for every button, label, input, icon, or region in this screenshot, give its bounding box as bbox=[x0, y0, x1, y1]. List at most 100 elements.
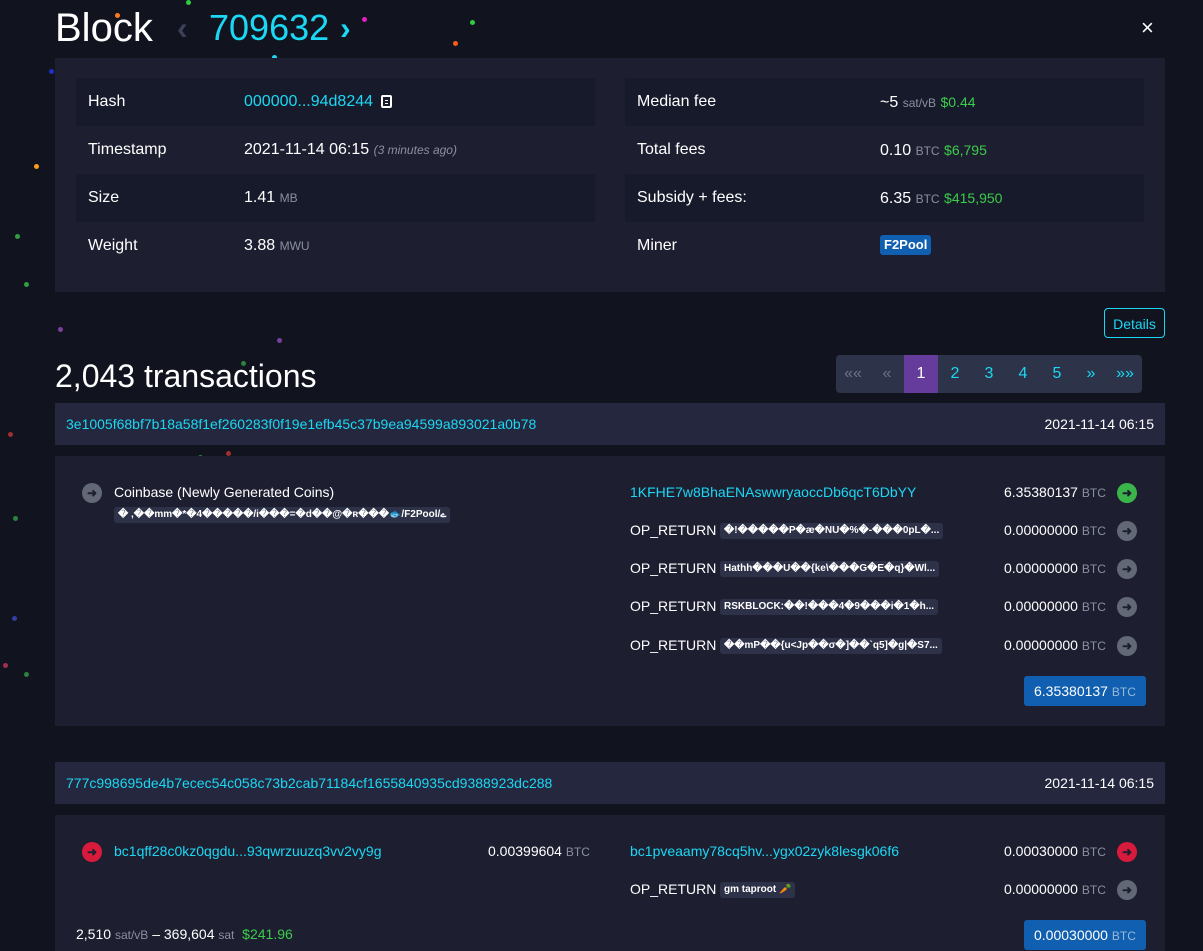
hash-label: Hash bbox=[88, 93, 126, 110]
size-unit: MB bbox=[279, 191, 298, 205]
op-return-data: �!�����P�æ�NU�%�-���0pL�... bbox=[720, 523, 944, 539]
page-last[interactable]: »» bbox=[1108, 355, 1142, 393]
output-amount: 0.00000000 bbox=[1004, 522, 1078, 538]
total-fees-unit: BTC bbox=[915, 144, 940, 158]
arrow-right-icon[interactable]: ➜ bbox=[1117, 636, 1137, 656]
output-address[interactable]: bc1pveaamy78cq5hv...ygx02zyk8lesgk06f6 bbox=[630, 841, 899, 861]
page-4[interactable]: 4 bbox=[1006, 355, 1040, 393]
block-height: 709632 bbox=[209, 7, 330, 48]
txid-link[interactable]: 3e1005f68bf7b18a58f1ef260283f0f19e1efb45… bbox=[66, 403, 536, 445]
total-amount: 6.35380137 bbox=[1034, 683, 1108, 699]
total-fees-row: Total fees 0.10 BTC $6,795 bbox=[625, 126, 1144, 174]
hash-link[interactable]: 000000...94d8244 bbox=[244, 93, 373, 110]
arrow-right-icon[interactable]: ➜ bbox=[82, 483, 102, 503]
summary-table-right: Median fee ~5 sat/vB $0.44 Total fees 0.… bbox=[625, 78, 1144, 270]
total-fees-value: 0.10 bbox=[880, 142, 912, 159]
output-unit: BTC bbox=[1081, 600, 1106, 614]
arrow-right-icon[interactable]: ➜ bbox=[1117, 483, 1137, 503]
page-5[interactable]: 5 bbox=[1040, 355, 1074, 393]
output-unit: BTC bbox=[1081, 524, 1106, 538]
page-prev[interactable]: « bbox=[870, 355, 904, 393]
arrow-right-icon[interactable]: ➜ bbox=[1117, 880, 1137, 900]
output-amount: 0.00000000 bbox=[1004, 560, 1078, 576]
output-unit: BTC bbox=[1081, 562, 1106, 576]
subsidy-row: Subsidy + fees: 6.35 BTC $415,950 bbox=[625, 174, 1144, 222]
op-return-data: ��mP��{u<Jp��σ�]��`q5]�g|�S7... bbox=[720, 638, 942, 654]
median-fee-value: ~5 bbox=[880, 94, 899, 111]
arrow-right-icon[interactable]: ➜ bbox=[82, 842, 102, 862]
subsidy-unit: BTC bbox=[915, 192, 940, 206]
details-button[interactable]: Details bbox=[1104, 308, 1165, 338]
block-summary: Hash 000000...94d8244 Timestamp 2021-11-… bbox=[55, 58, 1165, 292]
op-return-label: OP_RETURN bbox=[630, 598, 717, 614]
output-unit: BTC bbox=[1081, 486, 1106, 500]
op-return-label: OP_RETURN bbox=[630, 522, 717, 538]
page-3[interactable]: 3 bbox=[972, 355, 1006, 393]
page-1[interactable]: 1 bbox=[904, 355, 938, 393]
op-return-label: OP_RETURN bbox=[630, 881, 717, 897]
block-header: Block ‹ 709632 › × bbox=[55, 6, 1165, 50]
close-button[interactable]: × bbox=[1141, 17, 1154, 39]
output-unit: BTC bbox=[1081, 883, 1106, 897]
fee-unit: sat bbox=[218, 928, 235, 942]
output-amount: 6.35380137 bbox=[1004, 484, 1078, 500]
miner-row: Miner F2Pool bbox=[625, 222, 1144, 270]
arrow-right-icon[interactable]: ➜ bbox=[1117, 597, 1137, 617]
pagination: «« « 1 2 3 4 5 » »» bbox=[836, 355, 1142, 393]
op-return-data: Hathh���U��{ke\���G�E�q}�Wl... bbox=[720, 561, 940, 577]
page-title: Block bbox=[55, 6, 153, 50]
hash-row: Hash 000000...94d8244 bbox=[76, 78, 595, 126]
output-amount: 0.00030000 bbox=[1004, 843, 1078, 859]
op-return-data: RSKBLOCK:��!���4�9���i�1�h... bbox=[720, 599, 939, 615]
output-amount: 0.00000000 bbox=[1004, 637, 1078, 653]
input-address[interactable]: bc1qff28c0kz0qgdu...93qwrzuuzq3vv2vy9g bbox=[114, 841, 381, 861]
arrow-right-icon[interactable]: ➜ bbox=[1117, 559, 1137, 579]
output-unit: BTC bbox=[1081, 639, 1106, 653]
output-address[interactable]: 1KFHE7w8BhaENAswwryaoccDb6qcT6DbYY bbox=[630, 482, 916, 502]
page-first[interactable]: «« bbox=[836, 355, 870, 393]
weight-label: Weight bbox=[88, 237, 138, 254]
total-unit: BTC bbox=[1111, 929, 1136, 943]
tx-time: 2021-11-14 06:15 bbox=[1044, 416, 1155, 432]
transactions-heading: 2,043 transactions bbox=[55, 358, 317, 394]
miner-badge[interactable]: F2Pool bbox=[880, 235, 932, 255]
tx-time: 2021-11-14 06:15 bbox=[1044, 775, 1155, 791]
total-amount: 0.00030000 bbox=[1034, 927, 1108, 943]
arrow-right-icon[interactable]: ➜ bbox=[1117, 842, 1137, 862]
timestamp-value: 2021-11-14 06:15 bbox=[244, 141, 370, 158]
op-return-data: gm taproot 🥕 bbox=[720, 882, 796, 898]
total-amount-button[interactable]: 6.35380137 BTC bbox=[1024, 676, 1146, 706]
fee-summary: 2,510 sat/vB – 369,604 sat $241.96 bbox=[76, 924, 293, 945]
input-unit: BTC bbox=[565, 845, 590, 859]
copy-icon[interactable] bbox=[381, 95, 393, 108]
coinbase-label: Coinbase (Newly Generated Coins) bbox=[114, 484, 335, 500]
transaction-body: ➜ bc1qff28c0kz0qgdu...93qwrzuuzq3vv2vy9g… bbox=[55, 815, 1165, 951]
output-amount: 0.00000000 bbox=[1004, 881, 1078, 897]
input-amount: 0.00399604 bbox=[488, 843, 562, 859]
total-amount-button[interactable]: 0.00030000 BTC bbox=[1024, 920, 1146, 950]
fee-rate: 2,510 bbox=[76, 926, 112, 942]
weight-value: 3.88 bbox=[244, 237, 276, 254]
transaction-body: ➜ Coinbase (Newly Generated Coins) � ,��… bbox=[55, 456, 1165, 726]
summary-table-left: Hash 000000...94d8244 Timestamp 2021-11-… bbox=[76, 78, 595, 270]
subsidy-fiat: $415,950 bbox=[944, 190, 1003, 206]
median-fee-fiat: $0.44 bbox=[940, 94, 976, 110]
fee-rate-unit: sat/vB bbox=[114, 928, 149, 942]
arrow-right-icon[interactable]: ➜ bbox=[1117, 521, 1137, 541]
total-fees-label: Total fees bbox=[637, 141, 706, 158]
fee-separator: – bbox=[152, 926, 160, 942]
chevron-left-icon[interactable]: ‹ bbox=[177, 6, 188, 50]
median-fee-unit: sat/vB bbox=[902, 96, 937, 110]
weight-row: Weight 3.88 MWU bbox=[76, 222, 595, 270]
page-next[interactable]: » bbox=[1074, 355, 1108, 393]
size-label: Size bbox=[88, 189, 120, 206]
op-return-label: OP_RETURN bbox=[630, 637, 717, 653]
transaction-header: 777c998695de4b7ecec54c058c73b2cab71184cf… bbox=[55, 762, 1165, 804]
txid-link[interactable]: 777c998695de4b7ecec54c058c73b2cab71184cf… bbox=[66, 762, 552, 804]
chevron-right-icon[interactable]: › bbox=[340, 6, 351, 50]
median-fee-row: Median fee ~5 sat/vB $0.44 bbox=[625, 78, 1144, 126]
weight-unit: MWU bbox=[279, 239, 310, 253]
page-2[interactable]: 2 bbox=[938, 355, 972, 393]
size-value: 1.41 bbox=[244, 189, 276, 206]
fee-amount: 369,604 bbox=[163, 926, 215, 942]
